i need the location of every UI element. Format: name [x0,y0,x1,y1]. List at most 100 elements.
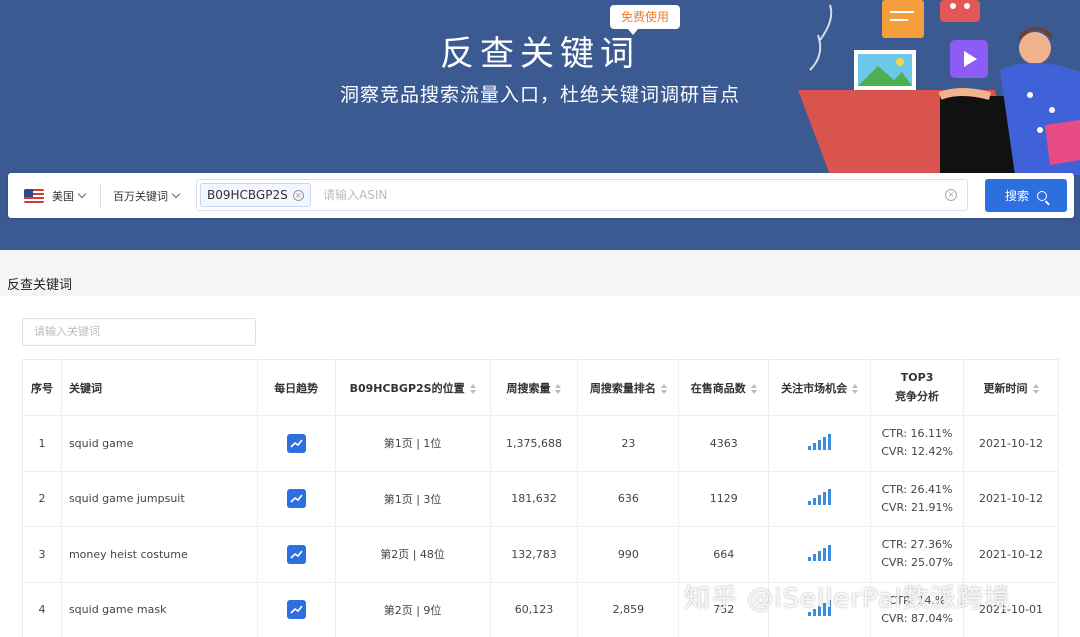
row-position: 第1页 | 1位 [335,415,491,472]
table-row: 1 squid game 第1页 | 1位 1,375,688 23 4363 CTR: 1… [22,415,1059,472]
trend-chart-icon[interactable] [286,544,306,564]
row-index: 2 [22,471,62,527]
signal-bars-icon [808,433,832,450]
asin-placeholder: 请输入ASIN [323,188,388,202]
col-index: 序号 [22,359,62,416]
row-top3: CTR: 26.41% CVR: 21.91% [870,471,965,527]
row-index: 3 [22,526,62,583]
row-ctr: CTR: 16.11% [881,427,953,441]
trend-chart-icon[interactable] [286,433,306,453]
asin-tag[interactable]: B09HCBGP2S × [200,183,311,207]
col-position[interactable]: B09HCBGP2S的位置 [335,359,491,416]
us-flag-icon [24,188,44,203]
row-products: 4363 [678,415,770,472]
col-position-label: B09HCBGP2S的位置 [349,381,465,395]
row-keyword: squid game jumpsuit [61,471,258,527]
search-icon [1037,190,1047,201]
col-weekly-rank[interactable]: 周搜索量排名 [577,359,680,416]
col-keyword: 关键词 [61,359,258,416]
trend-chart-icon[interactable] [286,600,306,620]
col-trend: 每日趋势 [257,359,336,416]
row-weekly-search: 132,783 [490,526,579,583]
row-keyword: squid game [61,415,258,472]
row-updated: 2021-10-12 [963,471,1059,527]
free-use-badge[interactable]: 免费使用 [610,5,680,35]
table-row: 3 money heist costume 第2页 | 48位 132,783 990 6… [22,526,1059,583]
section-title: 反查关键词 [7,278,73,293]
row-weekly-search: 60,123 [490,582,579,637]
row-updated: 2021-10-12 [963,415,1059,472]
row-top3: CTR: 27.36% CVR: 25.07% [870,526,965,583]
row-index: 4 [22,582,62,637]
row-position: 第2页 | 9位 [335,582,491,637]
row-weekly-rank: 636 [577,471,680,527]
col-products[interactable]: 在售商品数 [678,359,770,416]
row-trend [257,415,336,472]
trend-chart-icon[interactable] [286,489,306,509]
row-weekly-rank: 2,859 [577,582,680,637]
row-keyword: money heist costume [61,526,258,583]
col-opportunity[interactable]: 关注市场机会 [768,359,872,416]
col-products-label: 在售商品数 [690,381,746,395]
row-opportunity [768,526,872,583]
asin-search-input[interactable]: B09HCBGP2S × 请输入ASIN × [196,179,968,211]
row-trend [257,471,336,527]
row-weekly-search: 181,632 [490,471,579,527]
asin-tag-label: B09HCBGP2S [207,188,288,202]
sort-icon[interactable] [852,383,859,394]
col-weekly-rank-label: 周搜索量排名 [589,381,656,395]
row-cvr: CVR: 12.42% [881,445,953,459]
search-bar: 美国 百万关键词 B09HCBGP2S × 请输入ASIN × 搜索 [8,173,1074,218]
col-weekly-search-label: 周搜索量 [506,381,551,395]
row-opportunity [768,415,872,472]
row-weekly-rank: 990 [577,526,680,583]
row-keyword: squid game mask [61,582,258,637]
col-top3-line1: TOP3 [900,371,934,384]
search-button[interactable]: 搜索 [985,179,1067,212]
chevron-down-icon [171,189,181,198]
clear-icon[interactable]: × [945,189,957,201]
sort-icon[interactable] [660,383,667,394]
col-opportunity-label: 关注市场机会 [781,381,848,395]
col-top3: TOP3 竞争分析 [870,359,965,416]
tag-close-icon[interactable]: × [292,189,304,201]
row-ctr: CTR: 27.36% [881,538,953,552]
col-top3-line2: 竞争分析 [895,390,940,403]
sort-icon[interactable] [750,383,757,394]
row-cvr: CVR: 21.91% [881,500,953,514]
row-top3: CTR: 16.11% CVR: 12.42% [870,415,965,472]
sort-icon[interactable] [1032,383,1039,394]
row-position: 第1页 | 3位 [335,471,491,527]
country-label: 美国 [52,189,74,203]
col-updated[interactable]: 更新时间 [963,359,1059,416]
row-position: 第2页 | 48位 [335,526,491,583]
row-cvr: CVR: 25.07% [881,556,953,570]
keyword-library-select[interactable]: 百万关键词 [113,173,181,218]
signal-bars-icon [808,489,832,506]
signal-bars-icon [808,544,832,561]
row-weekly-rank: 23 [577,415,680,472]
table-header-row: 序号 关键词 每日趋势 B09HCBGP2S的位置 周搜索量 周搜索量排名 在售… [22,359,1059,416]
row-products: 1129 [678,471,770,527]
country-select[interactable]: 美国 [24,173,87,218]
watermark: 知乎 @iSellerPal数派跨境 [684,584,1011,614]
chevron-down-icon [77,189,87,198]
col-weekly-search[interactable]: 周搜索量 [490,359,579,416]
row-updated: 2021-10-12 [963,526,1059,583]
search-button-label: 搜索 [1004,189,1029,203]
row-weekly-search: 1,375,688 [490,415,579,472]
table-row: 2 squid game jumpsuit 第1页 | 3位 181,632 636 11… [22,471,1059,527]
row-ctr: CTR: 26.41% [881,482,953,496]
row-products: 664 [678,526,770,583]
row-index: 1 [22,415,62,472]
sort-icon[interactable] [555,383,562,394]
col-updated-label: 更新时间 [983,381,1028,395]
keyword-filter-input[interactable]: 请输入关键词 [22,318,256,346]
divider [100,184,101,208]
row-trend [257,526,336,583]
row-opportunity [768,471,872,527]
sort-icon[interactable] [469,383,476,394]
hero-illustration [798,0,1080,175]
keyword-library-label: 百万关键词 [113,189,168,203]
row-trend [257,582,336,637]
